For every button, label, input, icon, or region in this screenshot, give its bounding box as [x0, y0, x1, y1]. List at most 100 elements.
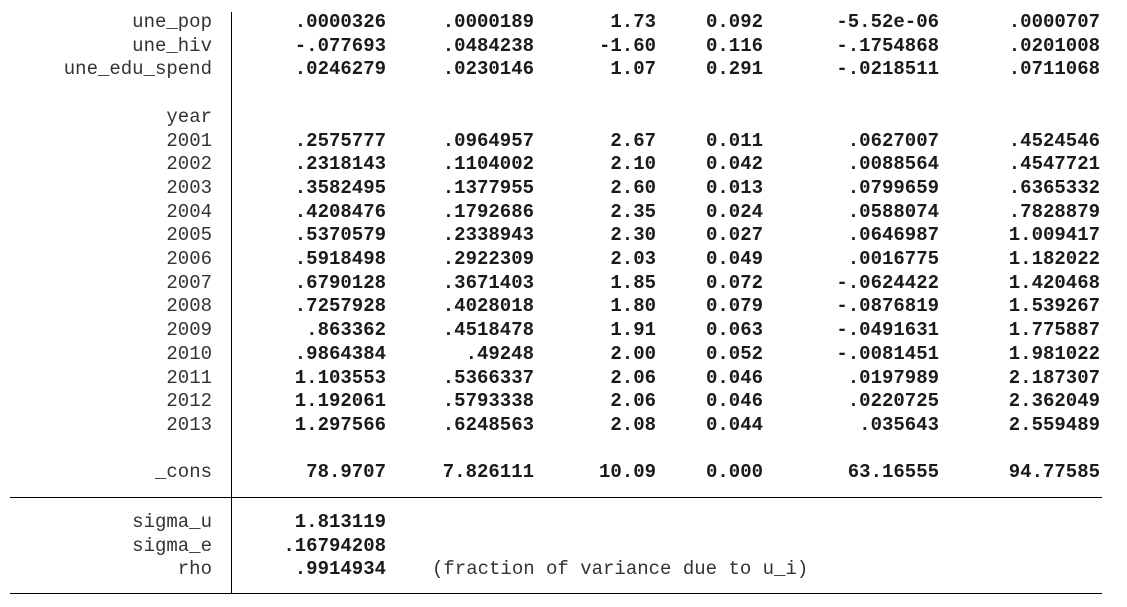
- cell-value: .863362: [306, 319, 386, 342]
- cell-value: .4028018: [442, 295, 534, 318]
- row-label: 2006: [166, 248, 212, 270]
- cell-value: .7257928: [294, 295, 386, 318]
- row-label: 2005: [166, 224, 212, 247]
- cell-value: 1.539267: [1008, 295, 1100, 318]
- table-row: 2012 1.192061 .5793338 2.06 0.046 .0220725 2.3…: [0, 389, 1127, 413]
- cell-value: .5793338: [442, 390, 534, 413]
- cell-value: .0088564: [847, 153, 939, 176]
- cell-value: 2.30: [610, 224, 656, 247]
- cell-value: 2.559489: [1008, 413, 1100, 436]
- cell-value: .5366337: [442, 366, 534, 389]
- cell-value: 2.10: [610, 153, 656, 176]
- cell-value: 0.063: [705, 319, 763, 342]
- cell-value: -.0081451: [836, 342, 939, 365]
- row-label: 2009: [166, 319, 212, 342]
- cell-value: 2.00: [610, 342, 656, 365]
- cell-value: .2922309: [442, 248, 534, 270]
- cell-value: .9864384: [294, 342, 386, 365]
- cell-value: 7.826111: [442, 461, 534, 484]
- cell-value: -.0876819: [836, 295, 939, 318]
- cell-value: .0799659: [847, 176, 939, 199]
- cell-value: .9914934: [294, 558, 386, 581]
- cell-value: 2.60: [610, 176, 656, 199]
- cell-value: .49248: [465, 342, 534, 365]
- row-label: 2007: [166, 271, 212, 294]
- table-row: 2004 .4208476 .1792686 2.35 0.024 .0588074 .78…: [0, 200, 1127, 224]
- table-row: 2002 .2318143 .1104002 2.10 0.042 .0088564 .45…: [0, 152, 1127, 176]
- cell-value: .1792686: [442, 200, 534, 223]
- cell-value: .0000326: [294, 11, 386, 33]
- cell-value: -.077693: [294, 34, 386, 57]
- cell-value: .4547721: [1008, 153, 1100, 176]
- cell-value: 94.77585: [1008, 461, 1100, 484]
- cell-value: 1.80: [610, 295, 656, 318]
- cell-value: 0.042: [705, 153, 763, 176]
- row-label: 2001: [166, 129, 212, 152]
- cell-value: -1.60: [598, 34, 656, 57]
- row-label: 2012: [166, 390, 212, 413]
- cell-value: -.0218511: [836, 58, 939, 81]
- row-label: une_hiv: [132, 34, 212, 57]
- cell-value: .6248563: [442, 413, 534, 436]
- row-label: 2008: [166, 295, 212, 318]
- cell-value: 2.187307: [1008, 366, 1100, 389]
- cell-value: 0.011: [705, 129, 763, 152]
- row-label: rho: [177, 558, 212, 581]
- row-label: sigma_u: [132, 511, 212, 533]
- year-header-row: year: [0, 105, 1127, 129]
- cell-value: .5370579: [294, 224, 386, 247]
- table-row: 2006 .5918498 .2922309 2.03 0.049 .0016775 1.1…: [0, 247, 1127, 271]
- sigma-row: sigma_e .16794208: [0, 534, 1127, 558]
- cell-value: .16794208: [283, 534, 386, 557]
- table-row: 2007 .6790128 .3671403 1.85 0.072 -.0624422 1.…: [0, 271, 1127, 295]
- cell-value: 1.73: [610, 11, 656, 33]
- row-label: 2013: [166, 413, 212, 436]
- cell-value: 1.775887: [1008, 319, 1100, 342]
- cell-value: .6790128: [294, 271, 386, 294]
- cell-value: .0711068: [1008, 58, 1100, 81]
- row-label: 2002: [166, 153, 212, 176]
- cell-value: .1104002: [442, 153, 534, 176]
- cell-value: .1377955: [442, 176, 534, 199]
- cell-value: .0197989: [847, 366, 939, 389]
- row-label: une_edu_spend: [63, 58, 212, 81]
- cell-value: .3671403: [442, 271, 534, 294]
- cell-value: 0.046: [705, 366, 763, 389]
- cell-value: 1.91: [610, 319, 656, 342]
- cell-value: .2575777: [294, 129, 386, 152]
- cell-value: .0230146: [442, 58, 534, 81]
- cell-value: 0.092: [705, 11, 763, 33]
- cell-value: 0.116: [705, 34, 763, 57]
- cell-value: .5918498: [294, 248, 386, 270]
- row-label: une_pop: [132, 11, 212, 33]
- cell-value: .0016775: [847, 248, 939, 270]
- table-rule-end: [10, 593, 1102, 594]
- row-label: sigma_e: [132, 534, 212, 557]
- table-row: une_edu_spend .0246279 .0230146 1.07 0.291 -.…: [0, 57, 1127, 81]
- cell-value: 1.420468: [1008, 271, 1100, 294]
- cell-value: 0.013: [705, 176, 763, 199]
- cell-value: .4524546: [1008, 129, 1100, 152]
- cell-value: .0246279: [294, 58, 386, 81]
- cell-value: 0.046: [705, 390, 763, 413]
- cell-value: -.0491631: [836, 319, 939, 342]
- row-label: 2011: [166, 366, 212, 389]
- cell-value: .6365332: [1008, 176, 1100, 199]
- cons-row: _cons 78.9707 7.826111 10.09 0.000 63.16555 94…: [0, 460, 1127, 484]
- cell-value: 1.182022: [1008, 248, 1100, 270]
- cell-value: .4208476: [294, 200, 386, 223]
- table-row: 2013 1.297566 .6248563 2.08 0.044 .035643 2.55…: [0, 413, 1127, 437]
- row-label: 2004: [166, 200, 212, 223]
- cell-value: 1.981022: [1008, 342, 1100, 365]
- cell-value: .0588074: [847, 200, 939, 223]
- cell-value: 63.16555: [847, 461, 939, 484]
- cell-value: 1.009417: [1008, 224, 1100, 247]
- table-row: une_hiv -.077693 .0484238 -1.60 0.116 -.17548…: [0, 34, 1127, 58]
- cell-value: .2318143: [294, 153, 386, 176]
- cell-value: 0.027: [705, 224, 763, 247]
- cell-value: .0964957: [442, 129, 534, 152]
- cell-value: 1.297566: [294, 413, 386, 436]
- cell-value: 0.072: [705, 271, 763, 294]
- cell-value: -.0624422: [836, 271, 939, 294]
- cell-value: .0000707: [1008, 11, 1100, 33]
